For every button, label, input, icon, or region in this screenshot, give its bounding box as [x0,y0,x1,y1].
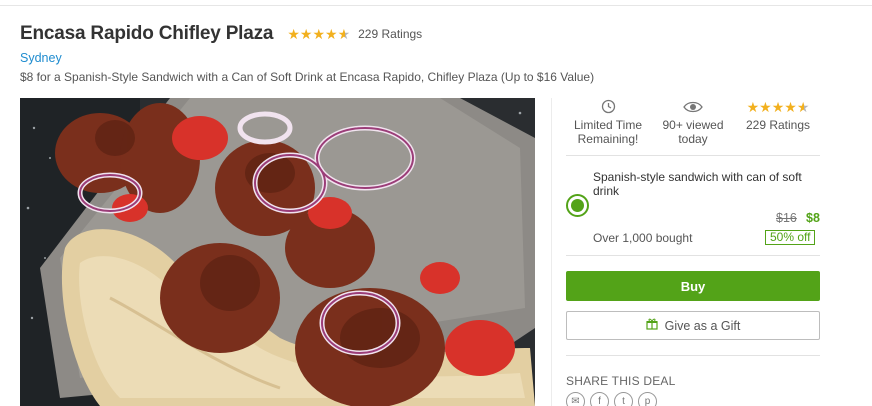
deal-stats: Limited Time Remaining! 90+ viewed today… [566,98,820,156]
city-link[interactable]: Sydney [20,51,860,65]
gift-button-label: Give as a Gift [664,318,741,333]
half-star-icon: ★ [337,26,351,42]
rating-count[interactable]: 229 Ratings [358,27,422,41]
top-border [0,0,872,6]
sandwich-image [20,98,535,406]
stat-limited-time: Limited Time Remaining! [566,98,650,147]
rating-stars: ★ ★ ★ ★ ★ [747,98,810,115]
option-radio[interactable] [566,194,589,217]
star-icon: ★ [759,98,772,115]
stat-views: 90+ viewed today [651,98,735,147]
stat-ratings[interactable]: ★ ★ ★ ★ ★ 229 Ratings [736,98,820,147]
option-name: Spanish-style sandwich with can of soft … [593,170,802,198]
deal-title: Encasa Rapido Chifley Plaza [20,23,274,44]
stat-label: 229 Ratings [745,118,811,132]
star-icon: ★ [784,98,797,115]
star-icon: ★ [771,98,785,115]
share-icons: ✉ f t p [566,392,662,406]
share-title: SHARE THIS DEAL [566,374,676,388]
star-icon: ★ [312,26,325,42]
twitter-icon[interactable]: t [614,392,633,406]
stat-label: Limited Time Remaining! [574,118,642,146]
mail-icon[interactable]: ✉ [566,392,585,406]
bought-count: Over 1,000 bought [593,231,693,245]
star-icon: ★ [299,26,313,42]
facebook-icon[interactable]: f [590,392,609,406]
buy-button[interactable]: Buy [566,271,820,301]
give-as-gift-button[interactable]: Give as a Gift [566,311,820,340]
star-icon: ★ [746,98,760,115]
rating-stars[interactable]: ★ ★ ★ ★ ★ [287,27,350,41]
deal-subtitle: $8 for a Spanish-Style Sandwich with a C… [20,70,595,84]
stat-label-line: 90+ viewed [662,118,724,132]
eye-icon [683,98,703,115]
half-star-icon: ★ [796,98,810,115]
stat-label-line: Limited Time [573,118,643,132]
share-divider [566,355,820,356]
clock-icon [601,98,616,115]
column-divider [551,98,552,406]
gift-icon [646,318,658,333]
deal-photo[interactable] [20,98,535,406]
sale-price: $8 [806,211,820,225]
star-icon: ★ [325,26,338,42]
original-price: $16 [776,211,797,225]
pinterest-icon[interactable]: p [638,392,657,406]
deal-header: Encasa Rapido Chifley Plaza ★ ★ ★ ★ ★ 22… [20,20,860,84]
star-icon: ★ [287,26,300,42]
stat-label-line: Remaining! [577,132,639,146]
title-row: Encasa Rapido Chifley Plaza ★ ★ ★ ★ ★ 22… [20,20,860,48]
discount-badge: 50% off [765,230,816,245]
stat-label: 90+ viewed today [662,118,723,146]
stat-label-line: today [678,132,708,146]
